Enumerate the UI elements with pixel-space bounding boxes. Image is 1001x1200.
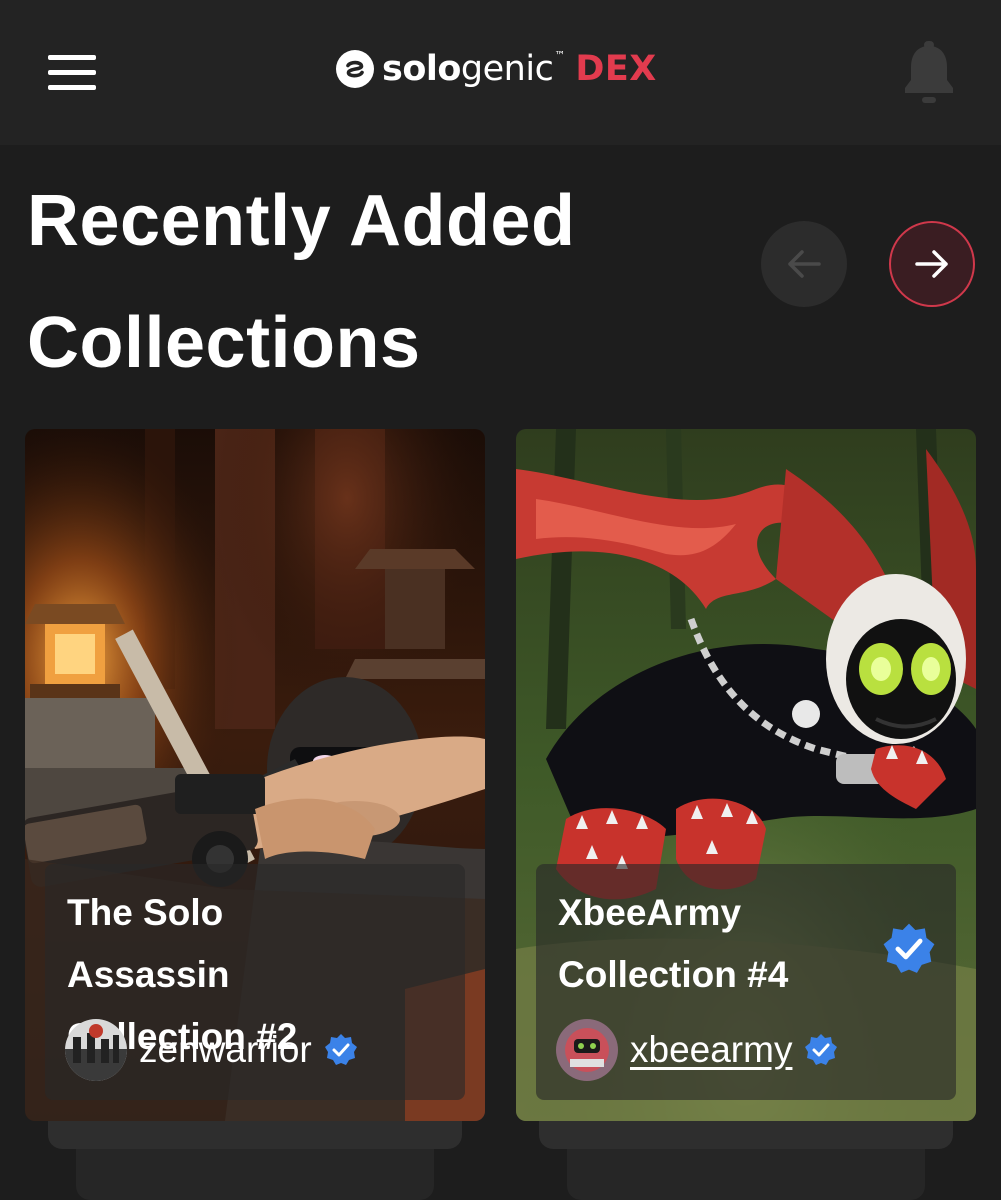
collection-title-line-1: The Solo Assassin — [67, 892, 230, 995]
creator-avatar[interactable] — [556, 1019, 618, 1081]
section-title-line-1: Recently Added — [27, 181, 576, 261]
logo-text-dex: DEX — [575, 49, 657, 89]
verified-badge-icon — [805, 1034, 838, 1065]
sologenic-dex-logo[interactable]: solo genic ™ DEX — [336, 44, 657, 94]
collection-verified-badge-icon — [883, 923, 935, 973]
arrow-right-icon — [915, 250, 948, 278]
creator-name[interactable]: zenwarrior — [139, 1029, 312, 1071]
carousel-next-button[interactable] — [889, 221, 975, 307]
sologenic-logo-icon — [336, 50, 374, 88]
bell-icon[interactable] — [902, 40, 956, 106]
card-stack-shadow — [48, 1121, 462, 1149]
creator-avatar[interactable] — [65, 1019, 127, 1081]
collection-card[interactable]: XbeeArmy Collection #4 xbeearmy — [516, 429, 976, 1121]
trademark-mark: ™ — [554, 48, 566, 62]
collection-title[interactable]: XbeeArmy Collection #4 — [558, 882, 878, 1006]
arrow-left-icon — [788, 250, 821, 278]
collection-card[interactable]: The Solo Assassin Collection #2 zenwarri… — [25, 429, 485, 1121]
logo-text-solo: solo — [382, 49, 461, 89]
card-stack-shadow — [539, 1121, 953, 1149]
logo-text-genic: genic — [460, 49, 554, 89]
top-bar: solo genic ™ DEX — [0, 0, 1001, 145]
card-info-panel: The Solo Assassin Collection #2 zenwarri… — [45, 864, 465, 1100]
card-info-panel: XbeeArmy Collection #4 xbeearmy — [536, 864, 956, 1100]
creator-row[interactable]: xbeearmy — [556, 1019, 838, 1081]
carousel-prev-button[interactable] — [761, 221, 847, 307]
creator-row[interactable]: zenwarrior — [65, 1019, 358, 1081]
collection-title-line-2: Collection #4 — [558, 954, 789, 995]
verified-badge-icon — [324, 1034, 357, 1065]
section-title: Recently Added Collections — [27, 160, 727, 404]
section-title-line-2: Collections — [27, 303, 421, 383]
creator-name-link[interactable]: xbeearmy — [630, 1029, 792, 1071]
menu-icon[interactable] — [48, 55, 96, 91]
collection-title-line-1: XbeeArmy — [558, 892, 742, 933]
